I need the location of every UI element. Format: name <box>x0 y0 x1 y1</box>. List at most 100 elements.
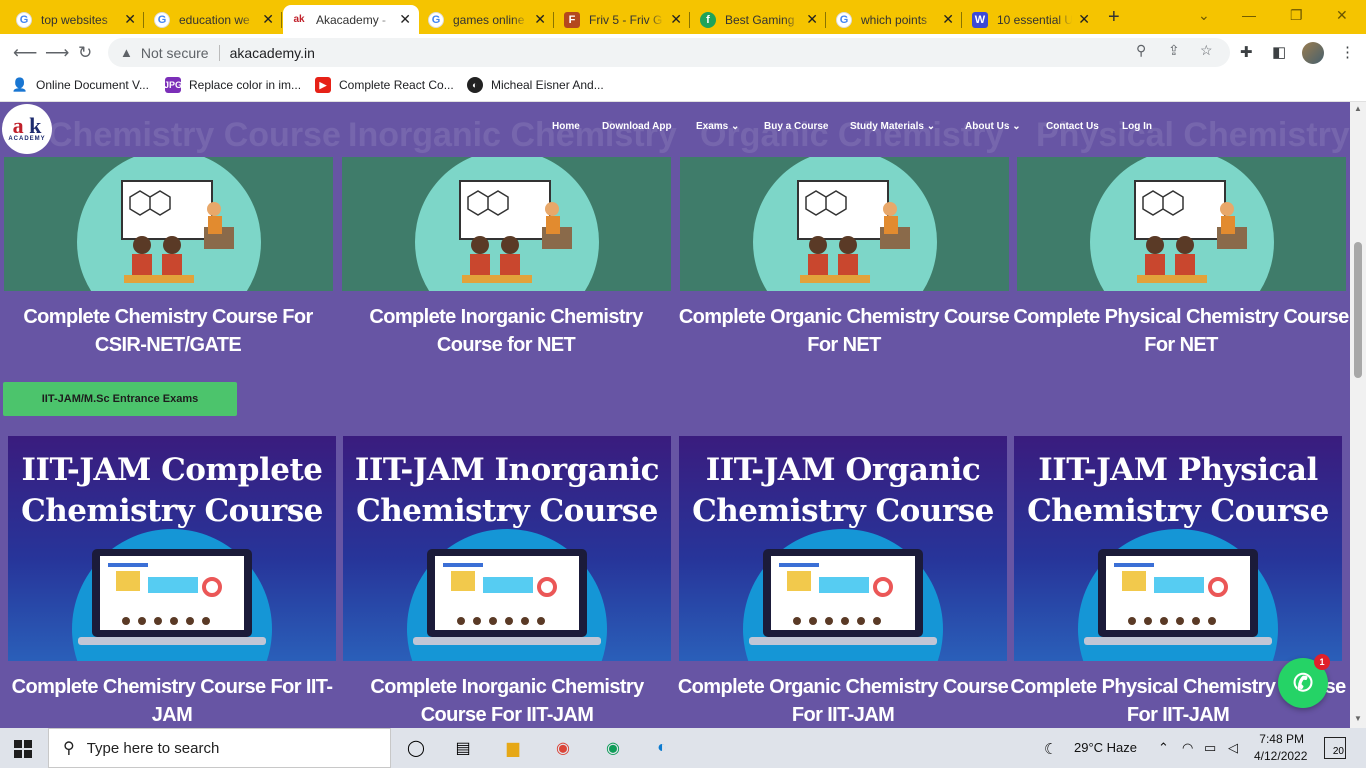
close-tab-icon[interactable]: ✕ <box>399 11 411 28</box>
nav-exams[interactable]: Exams ⌄ <box>696 121 739 132</box>
scroll-up-icon[interactable]: ▲ <box>1354 104 1362 113</box>
forward-arrow-icon[interactable]: ⟶ <box>45 43 69 63</box>
page-scrollbar[interactable]: ▲ ▼ <box>1350 102 1366 728</box>
weather-text[interactable]: 29°C Haze <box>1074 740 1137 755</box>
course-title-link[interactable]: Complete Organic Chemistry Course For II… <box>673 673 1013 728</box>
address-bar[interactable]: ▲ Not secure akacademy.in <box>108 38 1230 67</box>
course-title-link[interactable]: Complete Inorganic Chemistry Course For … <box>337 673 677 728</box>
file-explorer-icon[interactable]: ▆ <box>502 737 524 759</box>
chrome-profile-icon[interactable]: ◉ <box>602 737 624 759</box>
laptop-classroom-illustration <box>407 529 607 661</box>
bookmark-online-document[interactable]: 👤 Online Document V... <box>12 77 149 93</box>
course-thumbnail[interactable] <box>680 157 1009 291</box>
zoom-magnifier-icon[interactable]: ⚲ <box>1136 42 1146 59</box>
close-tab-icon[interactable]: ✕ <box>942 11 954 28</box>
warning-triangle-icon[interactable]: ▲ <box>120 45 133 60</box>
windows-start-icon[interactable] <box>14 740 32 758</box>
course-thumbnail[interactable] <box>4 157 333 291</box>
extensions-puzzle-icon[interactable]: ✚ <box>1240 43 1253 61</box>
nav-download-app[interactable]: Download App <box>602 121 672 132</box>
nav-about-us[interactable]: About Us ⌄ <box>965 121 1021 132</box>
close-tab-icon[interactable]: ✕ <box>124 11 136 28</box>
course-title-link[interactable]: Complete Organic Chemistry Course For NE… <box>674 303 1014 359</box>
kebab-menu-icon[interactable]: ⋮ <box>1340 43 1355 61</box>
akacademy-icon: ak <box>291 11 307 28</box>
close-tab-icon[interactable]: ✕ <box>262 11 274 28</box>
minimize-icon[interactable]: — <box>1242 7 1256 23</box>
banner-heading: IIT-JAM Complete Chemistry Course <box>21 452 323 529</box>
side-panel-icon[interactable]: ◧ <box>1272 43 1286 61</box>
tab-akacademy[interactable]: ak Akacademy - ✕ <box>283 5 419 34</box>
scrollbar-thumb[interactable] <box>1354 242 1362 378</box>
course-thumbnail[interactable] <box>1017 157 1346 291</box>
weather-moon-icon[interactable]: ☾ <box>1044 740 1057 758</box>
notification-center-icon[interactable]: 20 <box>1324 737 1346 759</box>
tab-title: Akacademy - <box>316 12 387 27</box>
nav-home[interactable]: Home <box>552 121 580 132</box>
back-arrow-icon[interactable]: ⟵ <box>13 43 37 63</box>
banner-heading: IIT-JAM Physical Chemistry Course <box>1027 452 1329 529</box>
chevron-up-icon[interactable]: ⌃ <box>1158 740 1169 756</box>
bookmark-micheal-eisner[interactable]: ◐ Micheal Eisner And... <box>467 77 604 93</box>
search-icon: ⚲ <box>63 740 75 757</box>
security-label[interactable]: Not secure <box>141 45 209 61</box>
close-window-icon[interactable]: ✕ <box>1336 7 1348 24</box>
tab-title: education we <box>179 12 250 27</box>
tab-which-points[interactable]: G which points ✕ <box>828 5 962 34</box>
scroll-down-icon[interactable]: ▼ <box>1354 714 1362 723</box>
nav-log-in[interactable]: Log In <box>1122 121 1152 132</box>
close-tab-icon[interactable]: ✕ <box>1078 11 1090 28</box>
course-title-link[interactable]: Complete Chemistry Course For CSIR-NET/G… <box>0 303 338 359</box>
tab-top-websites[interactable]: G top websites ✕ <box>8 5 144 34</box>
course-title-link[interactable]: Complete Physical Chemistry Course For N… <box>1011 303 1350 359</box>
url-text[interactable]: akacademy.in <box>230 45 315 61</box>
close-tab-icon[interactable]: ✕ <box>670 11 682 28</box>
network-icon[interactable]: ◠ <box>1182 740 1193 756</box>
google-icon: G <box>428 11 444 28</box>
bookmark-replace-color[interactable]: JPG Replace color in im... <box>164 77 301 93</box>
iit-jam-section-button[interactable]: IIT-JAM/M.Sc Entrance Exams <box>3 382 237 416</box>
edge-icon[interactable]: ◐ <box>651 737 673 759</box>
task-view-icon[interactable]: ▤ <box>452 737 474 759</box>
nav-contact-us[interactable]: Contact Us <box>1046 121 1099 132</box>
classroom-illustration <box>342 157 671 291</box>
site-logo[interactable]: a k ACADEMY <box>2 104 52 154</box>
bookmark-label: Complete React Co... <box>339 78 454 92</box>
course-banner[interactable]: IIT-JAM Inorganic Chemistry Course <box>343 436 671 661</box>
course-banner[interactable]: IIT-JAM Complete Chemistry Course <box>8 436 336 661</box>
tab-best-gaming[interactable]: f Best Gaming ✕ <box>692 5 826 34</box>
volume-muted-icon[interactable]: ◁ <box>1228 740 1238 756</box>
battery-icon[interactable]: ▭ <box>1204 740 1216 756</box>
tab-games-online[interactable]: G games online ✕ <box>420 5 554 34</box>
tab-10-essential[interactable]: W 10 essential U ✕ <box>964 5 1098 34</box>
google-icon: G <box>154 11 170 28</box>
chrome-icon[interactable]: ◉ <box>552 737 574 759</box>
nav-study-materials[interactable]: Study Materials ⌄ <box>850 121 935 132</box>
course-title-link[interactable]: Complete Inorganic Chemistry Course for … <box>336 303 676 359</box>
logo-text: a k <box>12 113 42 138</box>
taskbar-search[interactable]: ⚲ Type here to search <box>48 728 391 768</box>
close-tab-icon[interactable]: ✕ <box>806 11 818 28</box>
w-icon: W <box>972 11 988 28</box>
restore-icon[interactable]: ❐ <box>1290 7 1303 24</box>
cortana-icon[interactable]: ◯ <box>405 737 427 759</box>
close-tab-icon[interactable]: ✕ <box>534 11 546 28</box>
course-banner[interactable]: IIT-JAM Organic Chemistry Course <box>679 436 1007 661</box>
course-banner[interactable]: IIT-JAM Physical Chemistry Course <box>1014 436 1342 661</box>
tab-search-chevron-icon[interactable]: ⌄ <box>1198 7 1210 24</box>
youtube-icon: ▶ <box>315 77 331 93</box>
bookmark-star-icon[interactable]: ☆ <box>1200 42 1213 59</box>
tab-friv[interactable]: F Friv 5 - Friv G ✕ <box>556 5 690 34</box>
banner-heading: IIT-JAM Organic Chemistry Course <box>692 452 994 529</box>
nav-buy-a-course[interactable]: Buy a Course <box>764 121 828 132</box>
course-title-link[interactable]: Complete Chemistry Course For IIT-JAM <box>2 673 342 728</box>
course-thumbnail[interactable] <box>342 157 671 291</box>
share-icon[interactable]: ⇪ <box>1168 42 1180 59</box>
tab-education[interactable]: G education we ✕ <box>146 5 282 34</box>
bookmark-react-course[interactable]: ▶ Complete React Co... <box>315 77 454 93</box>
tab-strip: G top websites ✕ G education we ✕ ak Aka… <box>0 0 1366 34</box>
new-tab-plus-icon[interactable]: + <box>1108 6 1120 29</box>
reload-icon[interactable]: ↻ <box>78 43 92 63</box>
system-clock[interactable]: 7:48 PM 4/12/2022 <box>1254 731 1307 765</box>
profile-avatar[interactable] <box>1302 42 1324 64</box>
